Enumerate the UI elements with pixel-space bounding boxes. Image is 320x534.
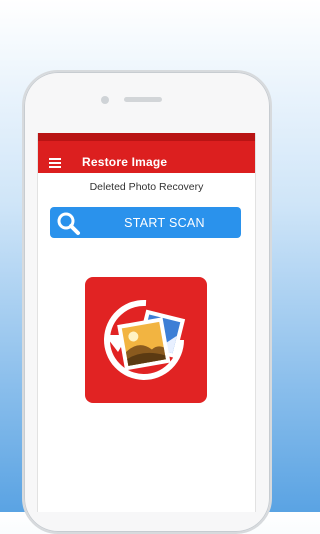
start-scan-button[interactable]: START SCAN	[50, 207, 241, 238]
search-icon	[57, 212, 80, 235]
start-scan-label: START SCAN	[124, 216, 205, 230]
status-bar	[38, 133, 255, 141]
front-camera	[101, 96, 109, 104]
subtitle: Deleted Photo Recovery	[89, 181, 204, 193]
photo-restore-logo	[85, 277, 207, 403]
hamburger-menu-icon[interactable]	[49, 158, 61, 168]
app-toolbar: Restore Image	[38, 133, 255, 173]
app-screen: Restore Image Deleted Photo Recovery STA…	[37, 133, 256, 512]
photo-restore-icon	[104, 299, 186, 380]
earpiece-speaker	[124, 97, 162, 102]
app-title: Restore Image	[82, 155, 168, 169]
